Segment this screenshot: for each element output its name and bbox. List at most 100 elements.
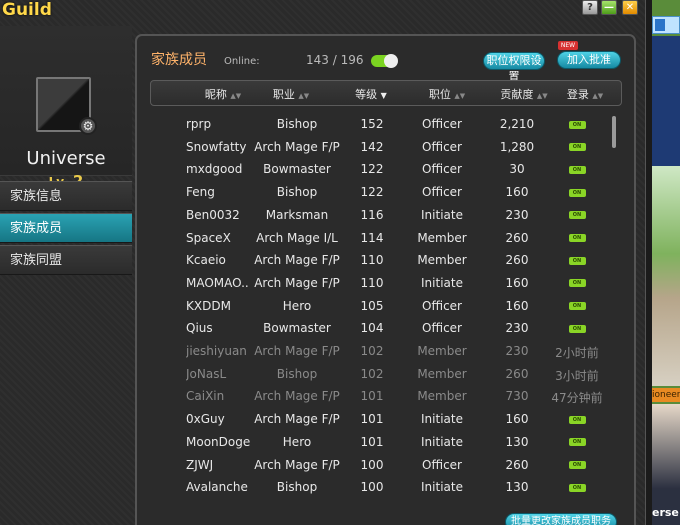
- online-badge: ON: [568, 461, 586, 469]
- header-contribution[interactable]: 贡献度 ▲▼: [489, 86, 559, 102]
- member-nick: ZJWJ: [186, 457, 214, 472]
- member-job: Bowmaster: [263, 162, 331, 177]
- sort-icon: ▲▼: [298, 92, 310, 100]
- member-position: Officer: [422, 457, 462, 472]
- member-job: Arch Mage F/P: [254, 344, 340, 358]
- game-bottom-text: erse: [652, 506, 679, 519]
- header-level[interactable]: 等级 ▼: [341, 86, 401, 102]
- member-job: Arch Mage F/P: [254, 275, 340, 290]
- header-login[interactable]: 登录 ▲▼: [555, 86, 615, 102]
- online-badge: ON: [568, 438, 586, 447]
- member-login-status: ON: [547, 162, 607, 176]
- scrollbar[interactable]: [611, 116, 617, 525]
- member-job: Arch Mage F/P: [254, 253, 340, 268]
- member-last-login: 2小时前: [555, 346, 599, 360]
- member-job: Arch Mage F/P: [254, 457, 340, 472]
- header-position[interactable]: 职位 ▲▼: [417, 86, 477, 102]
- online-badge: ON: [568, 256, 586, 265]
- member-nick: Ben0032: [186, 207, 240, 222]
- member-nick: SpaceX: [186, 230, 231, 245]
- table-row[interactable]: ZJWJ Arch Mage F/P 100 Officer 260 ON: [137, 455, 607, 477]
- sidebar-item-guild-info[interactable]: 家族信息: [0, 181, 132, 211]
- member-contribution: 260: [505, 253, 529, 268]
- sort-icon: ▲▼: [592, 92, 604, 100]
- table-row[interactable]: JoNasL Bishop 102 Member 260 3小时前: [137, 364, 607, 386]
- online-only-toggle[interactable]: [371, 54, 398, 68]
- member-position: Member: [417, 253, 467, 268]
- member-login-status: ON: [547, 435, 607, 449]
- member-contribution: 230: [505, 344, 529, 358]
- online-badge: ON: [568, 165, 586, 174]
- table-row[interactable]: rprp Bishop 152 Officer 2,210 ON: [137, 114, 607, 136]
- member-job: Hero: [282, 298, 312, 313]
- table-row[interactable]: Snowfatty Arch Mage F/P 142 Officer 1,280 ON: [137, 137, 607, 159]
- table-row[interactable]: mxdgood Bowmaster 122 Officer 30 ON: [137, 159, 607, 181]
- member-level: 105: [360, 298, 384, 313]
- close-button[interactable]: ✕: [622, 0, 638, 15]
- help-button[interactable]: ?: [582, 0, 598, 15]
- member-level: 142: [360, 139, 384, 154]
- table-row[interactable]: Avalanche Bishop 100 Initiate 130 ON: [137, 477, 607, 499]
- member-login-status: ON: [547, 299, 607, 313]
- game-minimap: [652, 16, 680, 34]
- member-contribution: 230: [505, 321, 529, 336]
- member-position: Initiate: [421, 207, 463, 222]
- new-badge: NEW: [558, 41, 578, 50]
- header-job[interactable]: 职业 ▲▼: [261, 86, 321, 102]
- members-panel: 家族成员 Online: 143 / 196 职位权限设置 NEW 加入批准 昵…: [135, 34, 636, 525]
- table-row[interactable]: CaiXin Arch Mage F/P 101 Member 730 47分钟前: [137, 386, 607, 408]
- member-position: Member: [417, 344, 467, 358]
- member-level: 110: [360, 275, 384, 290]
- table-row[interactable]: MoonDoge Hero 101 Initiate 130 ON: [137, 432, 607, 454]
- member-position: Member: [417, 230, 467, 245]
- scrollbar-thumb[interactable]: [612, 116, 616, 148]
- member-nick: MoonDoge: [186, 434, 251, 449]
- member-nick: Avalanche: [186, 480, 248, 495]
- member-position: Initiate: [421, 412, 463, 427]
- member-login-status: ON: [547, 117, 607, 131]
- member-position: Officer: [422, 117, 462, 131]
- member-last-login: 47分钟前: [551, 391, 603, 406]
- member-position: Officer: [422, 185, 462, 200]
- member-contribution: 230: [505, 207, 529, 222]
- table-row[interactable]: Ben0032 Marksman 116 Initiate 230 ON: [137, 205, 607, 227]
- member-position: Initiate: [421, 275, 463, 290]
- online-badge: ON: [568, 211, 586, 220]
- join-approval-button[interactable]: 加入批准: [557, 51, 621, 69]
- guild-window: Guild ? — ✕ ⚙ Universe Lv. 2 家族信息 家族成员 家…: [0, 0, 646, 525]
- minimize-button[interactable]: —: [601, 0, 617, 15]
- member-level: 110: [360, 253, 384, 268]
- guild-profile: ⚙ Universe Lv. 2: [0, 26, 132, 190]
- member-contribution: 160: [505, 298, 529, 313]
- table-row[interactable]: Feng Bishop 122 Officer 160 ON: [137, 182, 607, 204]
- member-position: Initiate: [421, 480, 463, 495]
- position-permission-button[interactable]: 职位权限设置: [483, 52, 545, 83]
- online-badge: ON: [568, 188, 586, 197]
- table-row[interactable]: MAOMAO.. Arch Mage F/P 110 Initiate 160 ON: [137, 273, 607, 295]
- header-nick[interactable]: 昵称 ▲▼: [193, 86, 253, 102]
- online-badge: ON: [568, 234, 586, 242]
- online-badge: ON: [568, 279, 586, 288]
- online-badge: ON: [568, 302, 586, 311]
- table-row[interactable]: KXDDM Hero 105 Officer 160 ON: [137, 296, 607, 318]
- member-nick: jieshiyuan: [186, 344, 247, 358]
- member-nick: mxdgood: [186, 162, 243, 177]
- table-row[interactable]: Qius Bowmaster 104 Officer 230 ON: [137, 318, 607, 340]
- batch-change-position-button[interactable]: 批量更改家族成员职务: [505, 513, 617, 525]
- member-contribution: 160: [505, 275, 529, 290]
- gear-icon[interactable]: ⚙: [79, 117, 97, 135]
- member-nick: rprp: [186, 117, 212, 131]
- member-login-status: ON: [547, 208, 607, 222]
- sidebar-item-guild-alliance[interactable]: 家族同盟: [0, 245, 132, 275]
- table-row[interactable]: 0xGuy Arch Mage F/P 101 Initiate 160 ON: [137, 409, 607, 431]
- member-level: 122: [360, 162, 384, 177]
- member-login-status: ON: [547, 253, 607, 267]
- member-position: Initiate: [421, 434, 463, 449]
- window-title: Guild: [2, 0, 52, 20]
- table-row[interactable]: SpaceX Arch Mage I/L 114 Member 260 ON: [137, 228, 607, 250]
- sidebar-item-guild-members[interactable]: 家族成员: [0, 213, 132, 243]
- sort-icon: ▲▼: [230, 92, 242, 100]
- member-nick: Snowfatty: [186, 139, 247, 154]
- table-row[interactable]: Kcaeio Arch Mage F/P 110 Member 260 ON: [137, 250, 607, 272]
- table-row[interactable]: jieshiyuan Arch Mage F/P 102 Member 230 2小时前: [137, 341, 607, 363]
